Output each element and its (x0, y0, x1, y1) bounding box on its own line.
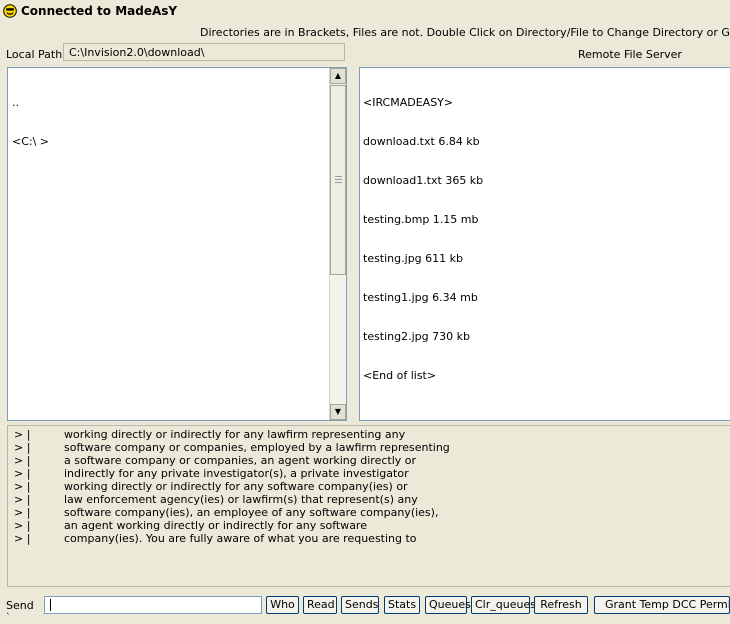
local-path-field[interactable]: C:\Invision2.0\download\ (63, 43, 345, 61)
send-label: Send (6, 599, 34, 612)
stats-button[interactable]: Stats (384, 596, 420, 614)
chat-line: > | a software company or companies, an a… (14, 454, 417, 467)
list-item[interactable]: testing1.jpg 6.34 mb (363, 291, 483, 304)
remote-file-server-label: Remote File Server (578, 48, 682, 61)
list-item[interactable]: <C:\ > (12, 135, 49, 148)
scroll-thumb[interactable] (330, 85, 346, 275)
read-button[interactable]: Read (303, 596, 337, 614)
info-text: Directories are in Brackets, Files are n… (200, 26, 730, 39)
chat-log: > | working directly or indirectly for an… (7, 425, 730, 587)
who-button[interactable]: Who (266, 596, 299, 614)
chat-line: > | law enforcement agency(ies) or lawfir… (14, 493, 418, 506)
window-title: Connected to MadeAsY (21, 4, 178, 18)
title-bar: Connected to MadeAsY (0, 0, 730, 22)
divider-mark: ` (6, 613, 11, 623)
scroll-down-button[interactable]: ▼ (330, 404, 346, 420)
chat-line: > | an agent working directly or indirect… (14, 519, 367, 532)
queues-button[interactable]: Queues (425, 596, 471, 614)
scroll-up-button[interactable]: ▲ (330, 68, 346, 84)
local-path-label: Local Path: (6, 48, 66, 61)
clr-queues-button[interactable]: Clr_queues (471, 596, 536, 614)
chat-line: > | indirectly for any private investigat… (14, 467, 409, 480)
local-list-scrollbar[interactable]: ▲ ▼ (329, 68, 346, 420)
list-item[interactable]: testing.bmp 1.15 mb (363, 213, 483, 226)
list-item[interactable]: download1.txt 365 kb (363, 174, 483, 187)
chat-line: > | company(ies). You are fully aware of … (14, 532, 417, 545)
chat-line: > | software company or companies, employ… (14, 441, 450, 454)
list-item[interactable]: testing2.jpg 730 kb (363, 330, 483, 343)
sends-button[interactable]: Sends (341, 596, 379, 614)
grant-temp-dcc-permission-button[interactable]: Grant Temp DCC Permission (594, 596, 730, 614)
remote-file-list[interactable]: <IRCMADEASY> download.txt 6.84 kb downlo… (359, 67, 730, 421)
list-item[interactable]: <End of list> (363, 369, 483, 382)
list-item[interactable]: .. (12, 96, 49, 109)
smiley-icon (3, 4, 17, 18)
local-file-list[interactable]: .. <C:\ > ▲ ▼ (7, 67, 347, 421)
send-input[interactable] (44, 596, 262, 614)
list-item[interactable]: <IRCMADEASY> (363, 96, 483, 109)
chat-line: > | working directly or indirectly for an… (14, 480, 408, 493)
list-item[interactable]: download.txt 6.84 kb (363, 135, 483, 148)
chat-line: > | working directly or indirectly for an… (14, 428, 406, 441)
refresh-button[interactable]: Refresh (534, 596, 588, 614)
list-item[interactable]: testing.jpg 611 kb (363, 252, 483, 265)
text-caret (50, 599, 51, 611)
chat-line: > | software company(ies), an employee of… (14, 506, 439, 519)
